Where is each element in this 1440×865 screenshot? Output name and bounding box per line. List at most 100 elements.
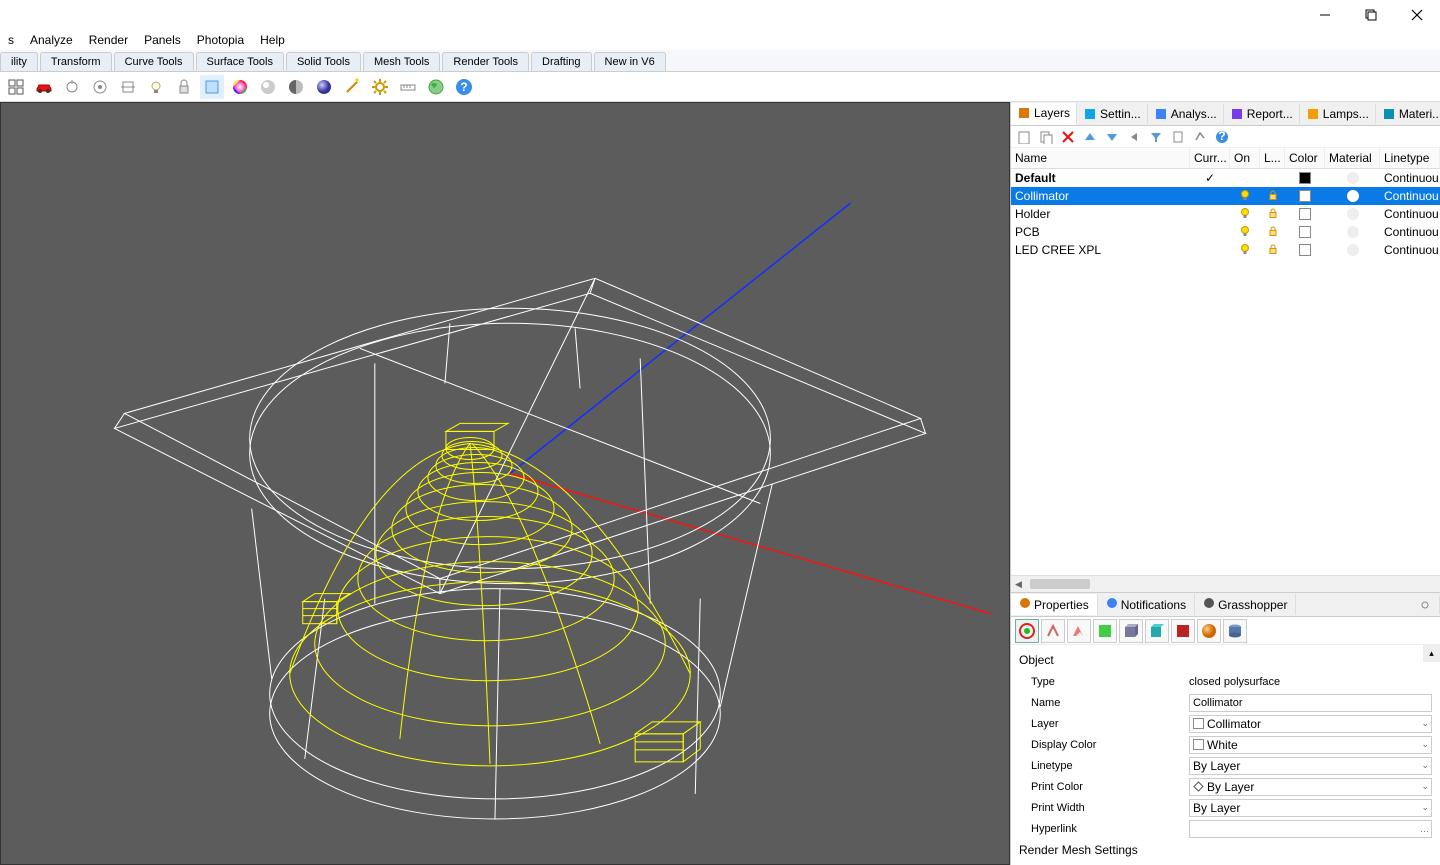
layer-on-toggle[interactable] <box>1230 242 1260 259</box>
layer-color-swatch[interactable] <box>1285 225 1325 239</box>
panel-tab-analys[interactable]: Analys... <box>1148 104 1224 124</box>
close-button[interactable] <box>1394 0 1440 30</box>
tab-surface-tools[interactable]: Surface Tools <box>196 52 284 71</box>
3d-viewport[interactable] <box>0 102 1010 865</box>
tab-drafting[interactable]: Drafting <box>531 52 592 71</box>
layer-current[interactable]: ✓ <box>1190 170 1230 186</box>
color-wheel-icon[interactable] <box>228 75 252 99</box>
maximize-button[interactable] <box>1348 0 1394 30</box>
prop-box-icon[interactable] <box>1119 619 1143 643</box>
panel-tab-lamps[interactable]: Lamps... <box>1300 104 1376 124</box>
prop-tab-grasshopper[interactable]: Grasshopper <box>1195 594 1296 615</box>
layer-material[interactable] <box>1325 243 1380 257</box>
layer-lock-toggle[interactable] <box>1260 206 1285 223</box>
prop-settings-icon[interactable] <box>1411 596 1440 614</box>
prop-texture-icon[interactable] <box>1067 619 1091 643</box>
layer-current[interactable] <box>1190 231 1230 233</box>
prop-material-icon[interactable] <box>1041 619 1065 643</box>
layer-row-holder[interactable]: HolderContinuou <box>1011 205 1440 223</box>
layer-lock-toggle[interactable] <box>1260 177 1285 179</box>
measure-icon[interactable] <box>396 75 420 99</box>
prop-tab-properties[interactable]: Properties <box>1011 594 1098 615</box>
layer-on-toggle[interactable] <box>1230 188 1260 205</box>
prop-cylinder-icon[interactable] <box>1223 619 1247 643</box>
half-sphere-icon[interactable] <box>284 75 308 99</box>
minimize-button[interactable] <box>1302 0 1348 30</box>
prop-dropdown[interactable]: By Layer⌄ <box>1189 799 1432 817</box>
plane-icon[interactable] <box>200 75 224 99</box>
prop-dropdown[interactable]: By Layer⌄ <box>1189 757 1432 775</box>
layer-row-led-cree-xpl[interactable]: LED CREE XPLContinuou <box>1011 241 1440 259</box>
panel-tab-layers[interactable]: Layers <box>1011 103 1077 125</box>
tab-render-tools[interactable]: Render Tools <box>442 52 529 71</box>
layer-current[interactable] <box>1190 195 1230 197</box>
tool-button-2[interactable] <box>1191 128 1209 146</box>
prop-tab-notifications[interactable]: Notifications <box>1098 594 1195 615</box>
layer-color-swatch[interactable] <box>1285 207 1325 221</box>
grid-icon[interactable] <box>4 75 28 99</box>
tool-icon-2[interactable] <box>88 75 112 99</box>
layer-linetype[interactable]: Continuou <box>1380 188 1440 204</box>
col-linetype[interactable]: Linetype <box>1380 148 1440 168</box>
layer-on-toggle[interactable] <box>1230 224 1260 241</box>
gear-icon[interactable] <box>368 75 392 99</box>
layer-on-toggle[interactable] <box>1230 206 1260 223</box>
layer-linetype[interactable]: Continuou <box>1380 206 1440 222</box>
layer-lock-toggle[interactable] <box>1260 188 1285 205</box>
menu-help[interactable]: Help <box>252 31 293 49</box>
bulb-icon[interactable] <box>144 75 168 99</box>
help-icon[interactable]: ? <box>452 75 476 99</box>
new-layer-button[interactable] <box>1015 128 1033 146</box>
move-down-button[interactable] <box>1103 128 1121 146</box>
prop-ellipsis[interactable]: … <box>1189 820 1432 838</box>
layer-material[interactable] <box>1325 171 1380 185</box>
layer-linetype[interactable]: Continuou <box>1380 170 1440 186</box>
layer-linetype[interactable]: Continuou <box>1380 224 1440 240</box>
tool-icon-3[interactable] <box>116 75 140 99</box>
layer-material[interactable] <box>1325 189 1380 203</box>
layer-lock-toggle[interactable] <box>1260 224 1285 241</box>
menu-analyze[interactable]: Analyze <box>22 31 81 49</box>
layer-material[interactable] <box>1325 207 1380 221</box>
scroll-up-button[interactable]: ▴ <box>1423 645 1440 662</box>
layer-lock-toggle[interactable] <box>1260 242 1285 259</box>
col-name[interactable]: Name <box>1011 148 1190 168</box>
car-icon[interactable] <box>32 75 56 99</box>
prop-dropdown[interactable]: White⌄ <box>1189 736 1432 754</box>
sphere-icon-1[interactable] <box>256 75 280 99</box>
prop-sphere-icon[interactable] <box>1197 619 1221 643</box>
layer-color-swatch[interactable] <box>1285 171 1325 185</box>
globe-icon[interactable] <box>424 75 448 99</box>
prop-red-icon[interactable] <box>1171 619 1195 643</box>
prev-button[interactable] <box>1125 128 1143 146</box>
tab-transform[interactable]: Transform <box>40 52 112 71</box>
filter-button[interactable] <box>1147 128 1165 146</box>
help-button[interactable]: ? <box>1213 128 1231 146</box>
tab-mesh-tools[interactable]: Mesh Tools <box>363 52 440 71</box>
tab-curve-tools[interactable]: Curve Tools <box>114 52 194 71</box>
layer-row-collimator[interactable]: CollimatorContinuou <box>1011 187 1440 205</box>
col-lock[interactable]: L... <box>1260 148 1285 168</box>
col-material[interactable]: Material <box>1325 148 1380 168</box>
prop-dropdown[interactable]: Collimator⌄ <box>1189 715 1432 733</box>
layer-color-swatch[interactable] <box>1285 243 1325 257</box>
panel-tab-settin[interactable]: Settin... <box>1077 104 1148 124</box>
new-sublayer-button[interactable] <box>1037 128 1055 146</box>
panel-tab-report[interactable]: Report... <box>1224 104 1300 124</box>
layer-color-swatch[interactable] <box>1285 189 1325 203</box>
tool-button-1[interactable] <box>1169 128 1187 146</box>
prop-object-icon[interactable] <box>1015 619 1039 643</box>
col-color[interactable]: Color <box>1285 148 1325 168</box>
panel-tab-materi[interactable]: Materi... <box>1376 104 1440 124</box>
col-current[interactable]: Curr... <box>1190 148 1230 168</box>
menu-render[interactable]: Render <box>81 31 136 49</box>
prop-green-icon[interactable] <box>1093 619 1117 643</box>
layer-material[interactable] <box>1325 225 1380 239</box>
layer-current[interactable] <box>1190 249 1230 251</box>
layer-linetype[interactable]: Continuou <box>1380 242 1440 258</box>
lock-icon[interactable] <box>172 75 196 99</box>
menu-photopia[interactable]: Photopia <box>189 31 252 49</box>
tab-new-in-v6[interactable]: New in V6 <box>594 52 666 71</box>
col-on[interactable]: On <box>1230 148 1260 168</box>
prop-teal-icon[interactable] <box>1145 619 1169 643</box>
